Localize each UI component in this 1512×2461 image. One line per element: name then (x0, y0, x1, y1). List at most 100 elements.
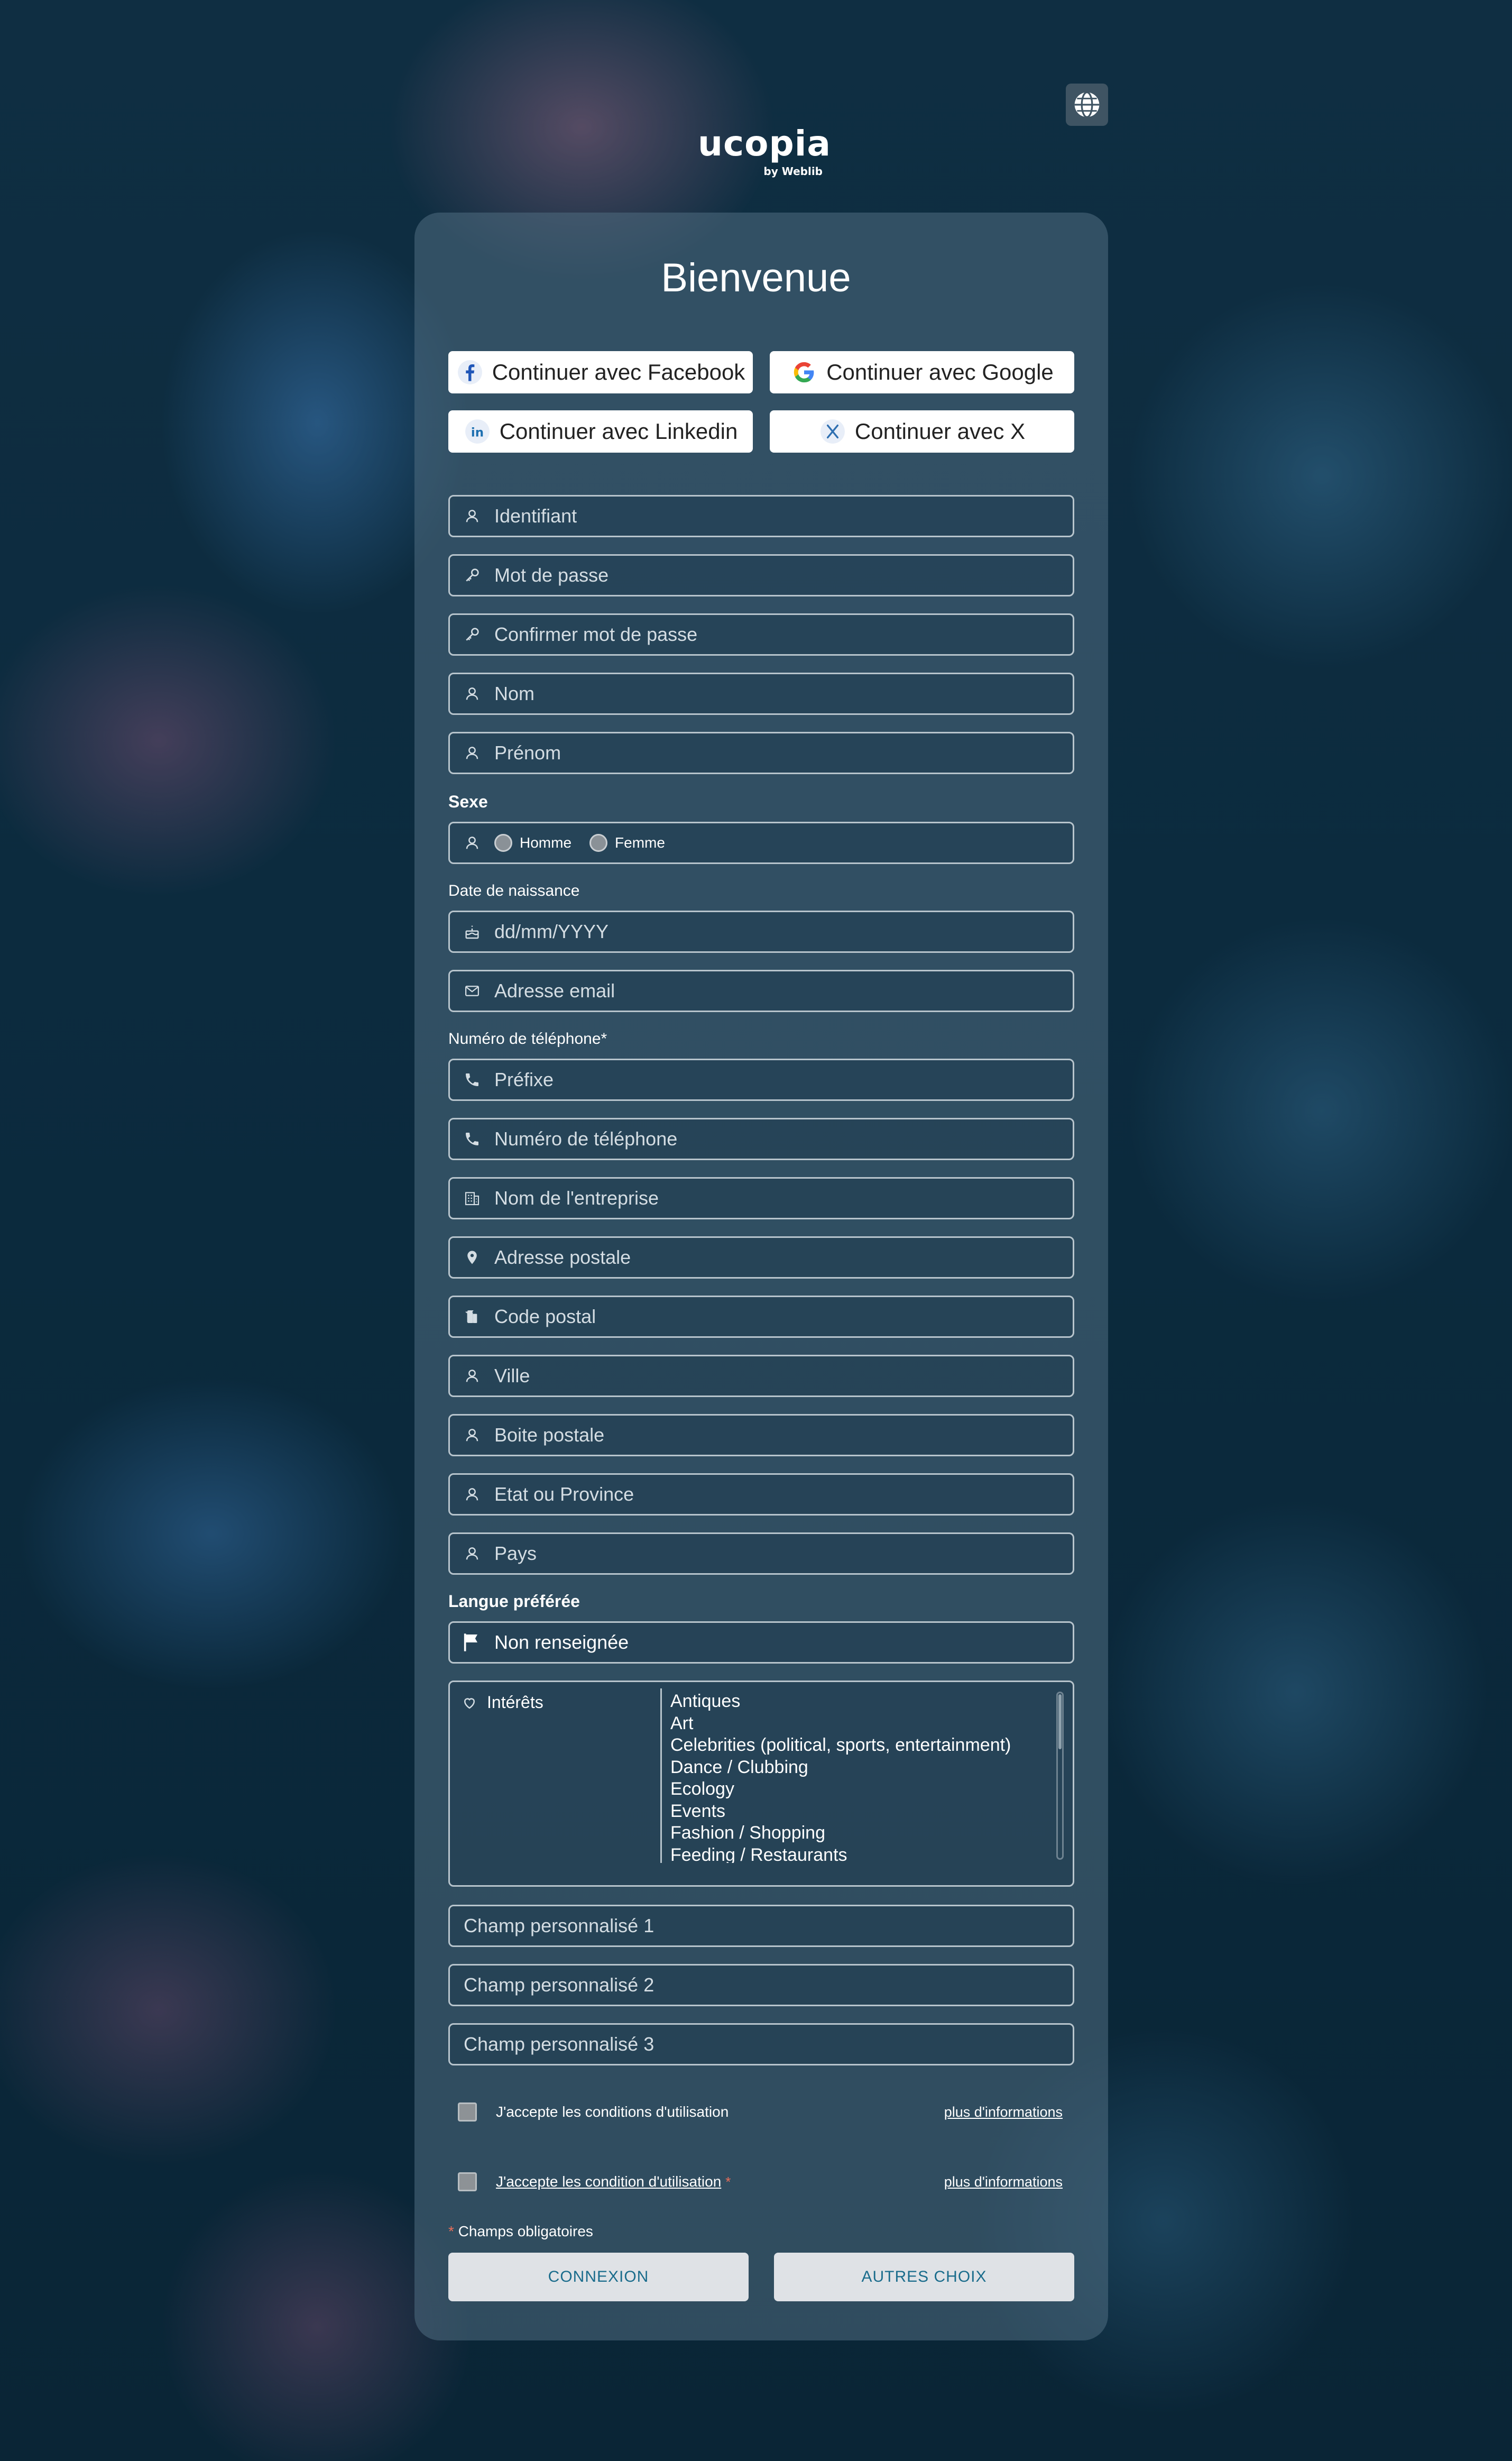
facebook-icon (456, 359, 484, 386)
po-box-input[interactable] (494, 1416, 1073, 1455)
state-field[interactable] (448, 1473, 1074, 1516)
google-login-button[interactable]: Continuer avec Google (770, 351, 1074, 393)
cake-icon (460, 920, 484, 943)
state-input[interactable] (494, 1475, 1073, 1514)
required-note-text: Champs obligatoires (458, 2223, 593, 2239)
flag-icon (460, 1631, 484, 1654)
interest-option[interactable]: Celebrities (political, sports, entertai… (662, 1734, 1070, 1757)
interest-option[interactable]: Fashion / Shopping (662, 1822, 1070, 1844)
company-field[interactable] (448, 1177, 1074, 1219)
prenom-input[interactable] (494, 733, 1073, 773)
country-input[interactable] (494, 1534, 1073, 1573)
required-note-mark: * (448, 2223, 454, 2239)
user-icon (460, 1364, 484, 1388)
sexe-field: Homme Femme (448, 822, 1074, 864)
phone-label-text: Numéro de téléphone (448, 1030, 601, 1048)
interests-label: Intérêts (487, 1693, 543, 1712)
custom-field-3[interactable] (448, 2023, 1074, 2065)
interest-option[interactable]: Art (662, 1713, 1070, 1735)
required-note: * Champs obligatoires (448, 2223, 593, 2240)
user-icon (460, 682, 484, 705)
page-title: Bienvenue (661, 255, 851, 300)
terms-row-1: J'accepte les conditions d'utilisation p… (448, 2096, 1074, 2128)
user-icon (460, 741, 484, 765)
country-field[interactable] (448, 1532, 1074, 1575)
confirm-password-input[interactable] (494, 615, 1073, 654)
birth-date-input[interactable] (494, 912, 1073, 951)
radio-homme-label: Homme (520, 834, 572, 851)
postal-code-field[interactable] (448, 1296, 1074, 1338)
key-icon (460, 564, 484, 587)
globe-icon (1074, 91, 1100, 118)
prefix-input[interactable] (494, 1060, 1073, 1099)
interests-scrollbar-thumb[interactable] (1058, 1694, 1062, 1749)
prenom-field[interactable] (448, 732, 1074, 774)
phone-field[interactable] (448, 1118, 1074, 1160)
confirm-password-field[interactable] (448, 613, 1074, 656)
interests-scrollbar[interactable] (1056, 1692, 1064, 1860)
custom-field-2[interactable] (448, 1964, 1074, 2006)
linkedin-login-button[interactable]: in Continuer avec Linkedin (448, 410, 753, 453)
prefix-field[interactable] (448, 1059, 1074, 1101)
postal-code-input[interactable] (494, 1297, 1073, 1336)
city-input[interactable] (494, 1356, 1073, 1395)
company-input[interactable] (494, 1179, 1073, 1218)
language-select-value: Non renseignée (494, 1631, 629, 1653)
more-info-link-2[interactable]: plus d'informations (944, 2174, 1063, 2190)
facebook-login-button[interactable]: Continuer avec Facebook (448, 351, 753, 393)
interest-option[interactable]: Feeding / Restaurants (662, 1844, 1070, 1863)
email-input[interactable] (494, 971, 1073, 1011)
identifiant-field[interactable] (448, 495, 1074, 537)
interest-option[interactable]: Ecology (662, 1778, 1070, 1801)
linkedin-login-label: Continuer avec Linkedin (499, 419, 738, 444)
radio-homme-dot[interactable] (494, 834, 512, 852)
interests-listbox[interactable]: Antiques Art Celebrities (political, spo… (660, 1688, 1070, 1863)
phone-input[interactable] (494, 1119, 1073, 1159)
envelope-icon (460, 979, 484, 1003)
x-login-button[interactable]: Continuer avec X (770, 410, 1074, 453)
language-select[interactable]: Non renseignée (448, 1621, 1074, 1664)
google-icon (790, 359, 818, 386)
building-icon (460, 1187, 484, 1210)
radio-homme[interactable]: Homme (494, 834, 571, 852)
terms-checkbox-1[interactable] (458, 2102, 477, 2122)
custom-field-3-input[interactable] (450, 2025, 1073, 2064)
user-icon (460, 1542, 484, 1565)
interest-option[interactable]: Dance / Clubbing (662, 1757, 1070, 1779)
sexe-label: Sexe (448, 792, 488, 811)
interest-option[interactable]: Events (662, 1801, 1070, 1823)
phone-label: Numéro de téléphone* (448, 1030, 607, 1048)
interest-option[interactable]: Antiques (662, 1691, 1070, 1713)
language-button[interactable] (1066, 84, 1108, 126)
terms-checkbox-2[interactable] (458, 2172, 477, 2191)
birth-date-field[interactable] (448, 911, 1074, 953)
password-field[interactable] (448, 554, 1074, 596)
address-input[interactable] (494, 1238, 1073, 1277)
email-field[interactable] (448, 970, 1074, 1012)
city-field[interactable] (448, 1355, 1074, 1397)
custom-field-2-input[interactable] (450, 1966, 1073, 2005)
connexion-button[interactable]: CONNEXION (448, 2253, 749, 2301)
other-choices-button[interactable]: AUTRES CHOIX (774, 2253, 1074, 2301)
phone-required-mark: * (601, 1030, 607, 1048)
terms-required-mark: * (725, 2173, 731, 2190)
facebook-login-label: Continuer avec Facebook (492, 360, 745, 384)
custom-field-1[interactable] (448, 1905, 1074, 1947)
terms-link-2[interactable]: J'accepte les condition d'utilisation (496, 2173, 721, 2190)
more-info-link-1[interactable]: plus d'informations (944, 2104, 1063, 2120)
address-field[interactable] (448, 1236, 1074, 1279)
radio-femme[interactable]: Femme (589, 834, 665, 852)
birth-label: Date de naissance (448, 882, 580, 899)
radio-femme-dot[interactable] (589, 834, 608, 852)
phone-icon (460, 1127, 484, 1151)
x-login-label: Continuer avec X (854, 419, 1026, 444)
user-icon (460, 831, 484, 855)
po-box-field[interactable] (448, 1414, 1074, 1456)
brand-name: ucopia (698, 123, 831, 164)
language-label: Langue préférée (448, 1592, 580, 1611)
identifiant-input[interactable] (494, 497, 1073, 536)
custom-field-1-input[interactable] (450, 1906, 1073, 1945)
nom-field[interactable] (448, 673, 1074, 715)
nom-input[interactable] (494, 674, 1073, 713)
password-input[interactable] (494, 556, 1073, 595)
